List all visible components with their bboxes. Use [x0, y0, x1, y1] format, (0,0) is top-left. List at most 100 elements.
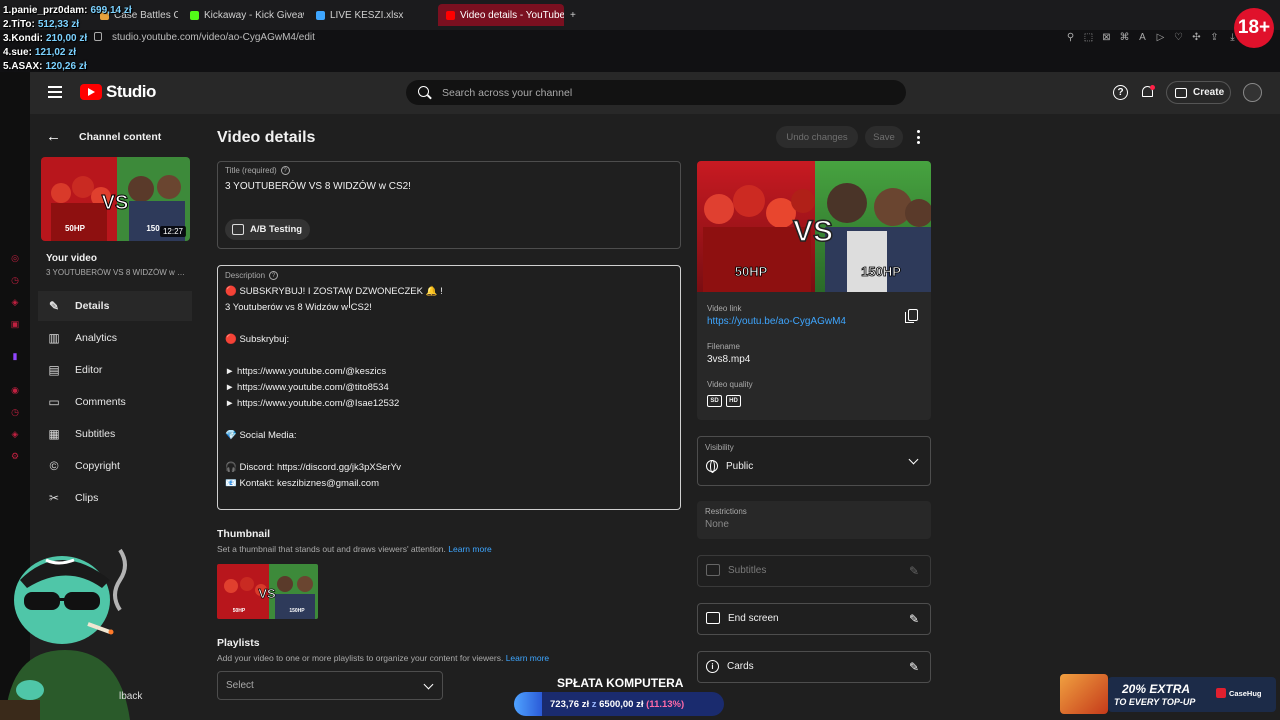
play-icon[interactable]: ▷	[1154, 31, 1167, 44]
browser-tab[interactable]: LIVE KESZI.xlsx	[308, 4, 432, 26]
avatar[interactable]	[1243, 83, 1262, 102]
chevron-down-icon	[423, 679, 434, 690]
promo-brand: CaseHug	[1216, 688, 1262, 698]
copy-icon[interactable]	[905, 309, 918, 323]
menu-icon[interactable]	[48, 86, 62, 98]
description-line: ► https://www.youtube.com/@keszics	[225, 366, 387, 377]
learn-more-link[interactable]: Learn more	[448, 544, 491, 554]
promo-headline: 20% EXTRA	[1122, 682, 1191, 696]
screenshot-icon[interactable]: ⬚	[1082, 31, 1095, 44]
share-icon[interactable]: ⇪	[1208, 31, 1221, 44]
leaderboard-row: 2.TiTo: 512,33 zł	[3, 19, 80, 30]
notification-dot	[1150, 85, 1155, 90]
sidebar-video-thumbnail[interactable]: VS 50HP 150 12:27	[41, 157, 190, 241]
edit-pencil-icon[interactable]: ✎	[909, 661, 921, 673]
youtube-favicon-icon	[446, 10, 455, 20]
restrictions-value: None	[705, 519, 729, 530]
ab-testing-button[interactable]: A/B Testing	[225, 219, 310, 240]
description-line: 3 Youtuberów vs 8 Widzów w CS2!	[225, 302, 372, 313]
sd-badge-icon: SD	[707, 395, 722, 407]
studio-logo[interactable]: Studio	[80, 82, 156, 102]
channel-content-back[interactable]: ← Channel content	[46, 128, 161, 145]
text-cursor	[349, 296, 351, 308]
goal-progress-text: 723,76 zł z 6500,00 zł (11.13%)	[550, 699, 685, 710]
sidebar-item-subtitles[interactable]: ▦ Subtitles	[38, 419, 192, 449]
heart-icon[interactable]: ♡	[1172, 31, 1185, 44]
translate-icon[interactable]: A	[1136, 31, 1149, 44]
description-line: 📧 Kontakt: keszibiznes@gmail.com	[225, 478, 379, 489]
sidebar-item-details[interactable]: ✎ Details	[38, 291, 192, 321]
url-text[interactable]: studio.youtube.com/video/ao-CygAGwM4/edi…	[112, 32, 315, 43]
sidebar-item-analytics[interactable]: ▥ Analytics	[38, 323, 192, 353]
learn-more-link[interactable]: Learn more	[506, 653, 549, 663]
description-field-label: Description ?	[225, 271, 279, 280]
description-line: 💎 Social Media:	[225, 430, 297, 441]
create-button[interactable]: Create	[1166, 81, 1231, 104]
pencil-icon: ✎	[48, 299, 60, 313]
editor-icon: ▤	[48, 363, 60, 377]
svg-text:VS: VS	[102, 192, 129, 214]
svg-text:150HP: 150HP	[289, 608, 305, 614]
title-value[interactable]: 3 YOUTUBERÓW VS 8 WIDZÓW w CS2!	[225, 181, 411, 192]
your-video-title: 3 YOUTUBERÓW VS 8 WIDZÓW w CS2!	[46, 268, 186, 277]
vs-text: VS	[793, 215, 833, 248]
undo-changes-button[interactable]: Undo changes	[776, 126, 858, 148]
svg-text:VS: VS	[258, 586, 276, 601]
playlists-subtext: Add your video to one or more playlists …	[217, 653, 550, 663]
comments-icon: ▭	[48, 395, 60, 409]
thumbnail-heading: Thumbnail	[217, 528, 271, 540]
notifications-bell-icon[interactable]	[1141, 85, 1155, 99]
stream-strip-icon: ◎	[11, 252, 19, 263]
svg-text:50HP: 50HP	[233, 608, 246, 614]
description-line	[225, 412, 443, 428]
pin-icon[interactable]: ⚲	[1064, 31, 1077, 44]
description-line: 🔴 SUBSKRYBUJ! I ZOSTAW DZWONECZEK 🔔 !	[225, 286, 443, 297]
svg-text:150: 150	[146, 224, 160, 233]
description-text[interactable]: 🔴 SUBSKRYBUJ! I ZOSTAW DZWONECZEK 🔔 ! 3 …	[225, 284, 443, 492]
video-link[interactable]: https://youtu.be/ao-CygAGwM4	[707, 316, 846, 327]
donation-leaderboard: 1.panie_prz0dam: 699,14 zł 2.TiTo: 512,33 …	[3, 4, 132, 74]
description-line	[225, 444, 443, 460]
stream-strip-icon: ▣	[10, 318, 20, 329]
playlists-heading: Playlists	[217, 637, 260, 649]
save-button[interactable]: Save	[865, 126, 903, 148]
page-title: Video details	[217, 129, 316, 146]
browser-tab-active[interactable]: Video details - YouTube St	[438, 4, 564, 26]
description-line: ► https://www.youtube.com/@Isae12532	[225, 398, 400, 409]
new-tab-button[interactable]: +	[566, 4, 584, 26]
playlist-select[interactable]: Select	[217, 671, 443, 700]
thumbnail-subtext: Set a thumbnail that stands out and draw…	[217, 544, 492, 554]
sidebar-item-comments[interactable]: ▭ Comments	[38, 387, 192, 417]
block-icon[interactable]: ⊠	[1100, 31, 1113, 44]
edit-pencil-icon[interactable]: ✎	[909, 613, 921, 625]
stream-strip-icon: ◉	[11, 384, 19, 395]
your-video-label: Your video	[46, 253, 97, 264]
video-preview[interactable]: VS 50HP 150HP	[697, 161, 931, 292]
puzzle-icon[interactable]: ✣	[1190, 31, 1203, 44]
sidebar-item-clips[interactable]: ✂ Clips	[38, 483, 192, 513]
leaderboard-row: 3.Kondi: 210,00 zł	[3, 33, 88, 44]
tab-favicon-icon	[316, 10, 325, 20]
help-circle-icon[interactable]: ?	[269, 271, 279, 280]
scissors-icon: ✂	[48, 491, 60, 505]
browser-extension-icons: ⚲ ⬚ ⊠ ⌘ A ▷ ♡ ✣ ⇪ ⤓ ⚙	[1064, 31, 1257, 44]
twitch-icon: ▮	[12, 350, 18, 361]
thumbnail-option[interactable]: VS 50HP 150HP	[217, 564, 318, 619]
edit-pencil-icon[interactable]: ✎	[909, 565, 921, 577]
sidebar-item-copyright[interactable]: © Copyright	[38, 451, 192, 481]
promo-subline: TO EVERY TOP-UP	[1114, 697, 1196, 707]
description-line	[225, 348, 443, 364]
filename-label: Filename	[707, 342, 740, 351]
title-field-label: Title (required) ?	[225, 166, 290, 175]
info-circle-icon: i	[706, 660, 719, 673]
browser-tab[interactable]: Kickaway - Kick Giveaway	[182, 4, 304, 26]
help-icon[interactable]: ?	[1113, 85, 1128, 100]
search-input[interactable]: Search across your channel	[406, 80, 906, 105]
more-options-icon[interactable]	[916, 130, 920, 144]
extension-icon[interactable]: ⌘	[1118, 31, 1131, 44]
leaderboard-row: 4.sue: 121,02 zł	[3, 47, 77, 58]
help-circle-icon[interactable]: ?	[280, 166, 290, 175]
search-icon	[418, 85, 432, 100]
sidebar-item-editor[interactable]: ▤ Editor	[38, 355, 192, 385]
analytics-icon: ▥	[48, 331, 60, 345]
